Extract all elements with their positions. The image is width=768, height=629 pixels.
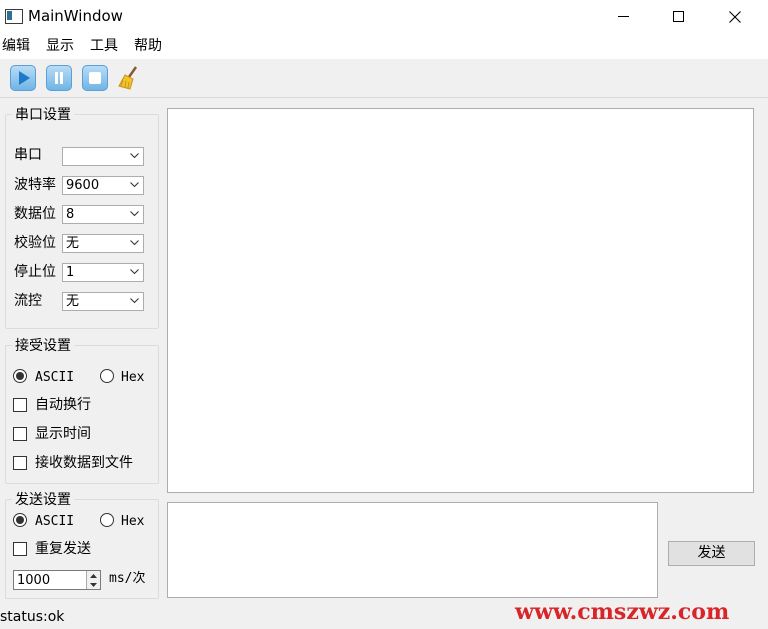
close-button[interactable] bbox=[712, 0, 758, 33]
send-button[interactable]: 发送 bbox=[668, 541, 755, 566]
receive-ascii-radio[interactable] bbox=[13, 369, 27, 383]
menu-help[interactable]: 帮助 bbox=[134, 38, 162, 54]
menu-bar: 编辑 显示 工具 帮助 bbox=[0, 33, 768, 59]
send-hex-radio[interactable] bbox=[100, 513, 114, 527]
maximize-button[interactable] bbox=[655, 0, 701, 33]
repeat-send-label: 重复发送 bbox=[35, 541, 91, 557]
send-settings-title: 发送设置 bbox=[12, 492, 74, 508]
interval-unit-label: ms/次 bbox=[109, 571, 146, 586]
show-time-label: 显示时间 bbox=[35, 426, 91, 442]
spin-down-button[interactable] bbox=[86, 580, 100, 589]
minimize-button[interactable] bbox=[600, 0, 646, 33]
chevron-down-icon bbox=[130, 269, 139, 275]
parity-value: 无 bbox=[66, 236, 80, 251]
receive-ascii-label: ASCII bbox=[35, 370, 75, 385]
stop-bits-combo[interactable]: 1 bbox=[62, 263, 144, 282]
chevron-down-icon bbox=[130, 211, 139, 217]
flow-control-label: 流控 bbox=[14, 293, 42, 309]
toolbar bbox=[0, 59, 768, 98]
send-ascii-radio[interactable] bbox=[13, 513, 27, 527]
flow-control-value: 无 bbox=[66, 294, 80, 309]
receive-hex-radio[interactable] bbox=[100, 369, 114, 383]
port-combo[interactable] bbox=[62, 147, 144, 166]
chevron-down-icon bbox=[130, 182, 139, 188]
baud-rate-combo[interactable]: 9600 bbox=[62, 176, 144, 195]
auto-wrap-label: 自动换行 bbox=[35, 397, 91, 413]
app-window-icon bbox=[5, 9, 23, 24]
stop-bits-label: 停止位 bbox=[14, 264, 56, 280]
triangle-down-icon bbox=[90, 582, 97, 587]
receive-hex-label: Hex bbox=[121, 370, 145, 385]
port-label: 串口 bbox=[14, 147, 42, 163]
maximize-icon bbox=[672, 11, 684, 22]
receive-text-area[interactable] bbox=[167, 108, 754, 493]
save-to-file-checkbox[interactable] bbox=[13, 456, 27, 470]
chevron-down-icon bbox=[130, 240, 139, 246]
serial-settings-title: 串口设置 bbox=[12, 107, 74, 123]
parity-label: 校验位 bbox=[14, 235, 56, 251]
stop-button[interactable] bbox=[81, 64, 109, 92]
pause-button[interactable] bbox=[45, 64, 73, 92]
parity-combo[interactable]: 无 bbox=[62, 234, 144, 253]
baud-rate-value: 9600 bbox=[66, 178, 100, 193]
data-bits-label: 数据位 bbox=[14, 206, 56, 222]
chevron-down-icon bbox=[130, 298, 139, 304]
data-bits-combo[interactable]: 8 bbox=[62, 205, 144, 224]
send-hex-label: Hex bbox=[121, 514, 145, 529]
close-icon bbox=[729, 10, 741, 23]
spin-up-button[interactable] bbox=[86, 571, 100, 580]
window-title: MainWindow bbox=[28, 7, 123, 25]
interval-spinbox[interactable]: 1000 bbox=[13, 570, 101, 590]
triangle-up-icon bbox=[90, 573, 97, 578]
data-bits-value: 8 bbox=[66, 207, 75, 222]
auto-wrap-checkbox[interactable] bbox=[13, 398, 27, 412]
stop-bits-value: 1 bbox=[66, 265, 75, 280]
minimize-icon bbox=[617, 16, 629, 17]
show-time-checkbox[interactable] bbox=[13, 427, 27, 441]
baud-rate-label: 波特率 bbox=[14, 177, 56, 193]
watermark-text: www.cmszwz.com bbox=[515, 599, 730, 625]
menu-edit[interactable]: 编辑 bbox=[2, 38, 30, 54]
broom-icon bbox=[118, 66, 138, 90]
menu-view[interactable]: 显示 bbox=[46, 38, 74, 54]
stop-icon bbox=[89, 72, 101, 84]
status-text: status:ok bbox=[0, 609, 65, 625]
send-text-input[interactable] bbox=[167, 502, 658, 598]
play-icon bbox=[19, 71, 30, 85]
flow-control-combo[interactable]: 无 bbox=[62, 292, 144, 311]
save-to-file-label: 接收数据到文件 bbox=[35, 455, 133, 471]
repeat-send-checkbox[interactable] bbox=[13, 542, 27, 556]
send-ascii-label: ASCII bbox=[35, 514, 75, 529]
pause-icon bbox=[55, 72, 63, 84]
menu-tools[interactable]: 工具 bbox=[90, 38, 118, 54]
start-button[interactable] bbox=[9, 64, 37, 92]
title-bar: MainWindow bbox=[0, 0, 768, 33]
chevron-down-icon bbox=[130, 153, 139, 159]
interval-value: 1000 bbox=[17, 573, 51, 588]
clear-button[interactable] bbox=[116, 64, 144, 92]
receive-settings-title: 接受设置 bbox=[12, 338, 74, 354]
